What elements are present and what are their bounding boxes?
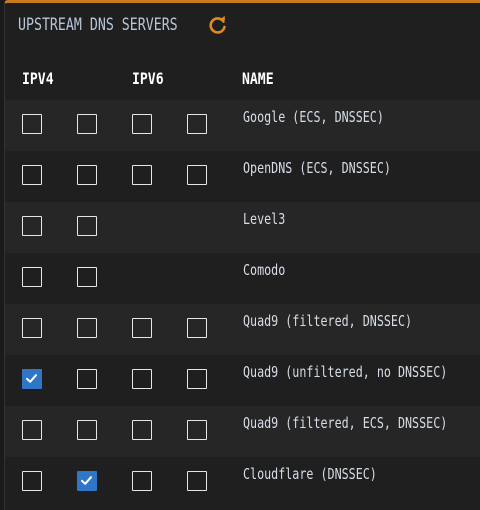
ipv4-checkbox-2[interactable] (77, 318, 97, 338)
ipv6-checkbox-2[interactable] (187, 369, 207, 389)
ipv4-checkbox-2[interactable] (77, 369, 97, 389)
ipv4-column-header: IPV4 (22, 69, 54, 88)
server-name: Comodo (243, 261, 286, 279)
ipv4-checkbox-2[interactable] (77, 420, 97, 440)
panel-header: UPSTREAM DNS SERVERS (18, 12, 226, 38)
server-row: Level3 (5, 202, 480, 253)
ipv4-checkbox-1[interactable] (22, 318, 42, 338)
checkmark-icon (26, 374, 37, 383)
ipv4-checkbox-2[interactable] (77, 114, 97, 134)
ipv4-checkbox-1[interactable] (22, 369, 42, 389)
table-header: IPV4 IPV6 NAME (5, 69, 480, 93)
server-row: Quad9 (filtered, ECS, DNSSEC) (5, 406, 480, 457)
checkmark-icon (81, 476, 92, 485)
ipv6-checkbox-1[interactable] (132, 114, 152, 134)
ipv6-checkbox-1[interactable] (132, 369, 152, 389)
name-column-header: NAME (242, 69, 274, 88)
ipv6-checkbox-1[interactable] (132, 471, 152, 491)
server-row: Comodo (5, 253, 480, 304)
server-name: Level3 (243, 210, 286, 228)
ipv4-checkbox-1[interactable] (22, 216, 42, 236)
ipv4-checkbox-2[interactable] (77, 471, 97, 491)
ipv4-checkbox-1[interactable] (22, 267, 42, 287)
ipv6-column-header: IPV6 (132, 69, 164, 88)
ipv4-checkbox-2[interactable] (77, 216, 97, 236)
server-row: Quad9 (filtered, DNSSEC) (5, 304, 480, 355)
ipv4-checkbox-2[interactable] (77, 267, 97, 287)
server-name: Quad9 (filtered, DNSSEC) (243, 312, 413, 330)
ipv6-checkbox-2[interactable] (187, 318, 207, 338)
refresh-icon[interactable] (208, 15, 228, 35)
ipv4-checkbox-1[interactable] (22, 420, 42, 440)
ipv4-checkbox-2[interactable] (77, 165, 97, 185)
ipv6-checkbox-2[interactable] (187, 114, 207, 134)
ipv6-checkbox-1[interactable] (132, 420, 152, 440)
panel-title: UPSTREAM DNS SERVERS (18, 15, 178, 35)
ipv6-checkbox-2[interactable] (187, 471, 207, 491)
server-row: Google (ECS, DNSSEC) (5, 100, 480, 151)
ipv6-checkbox-1[interactable] (132, 165, 152, 185)
ipv6-checkbox-2[interactable] (187, 420, 207, 440)
ipv6-checkbox-2[interactable] (187, 165, 207, 185)
server-name: OpenDNS (ECS, DNSSEC) (243, 159, 391, 177)
server-name: Quad9 (filtered, ECS, DNSSEC) (243, 414, 448, 432)
ipv4-checkbox-1[interactable] (22, 471, 42, 491)
server-name: Cloudflare (DNSSEC) (243, 465, 377, 483)
ipv6-checkbox-1[interactable] (132, 318, 152, 338)
ipv4-checkbox-1[interactable] (22, 165, 42, 185)
server-row: Cloudflare (DNSSEC) (5, 457, 480, 508)
server-row: Quad9 (unfiltered, no DNSSEC) (5, 355, 480, 406)
ipv4-checkbox-1[interactable] (22, 114, 42, 134)
server-row: OpenDNS (ECS, DNSSEC) (5, 151, 480, 202)
server-name: Quad9 (unfiltered, no DNSSEC) (243, 363, 448, 381)
upstream-dns-panel: UPSTREAM DNS SERVERS IPV4 IPV6 NAME Goog… (4, 0, 480, 510)
server-name: Google (ECS, DNSSEC) (243, 108, 384, 126)
